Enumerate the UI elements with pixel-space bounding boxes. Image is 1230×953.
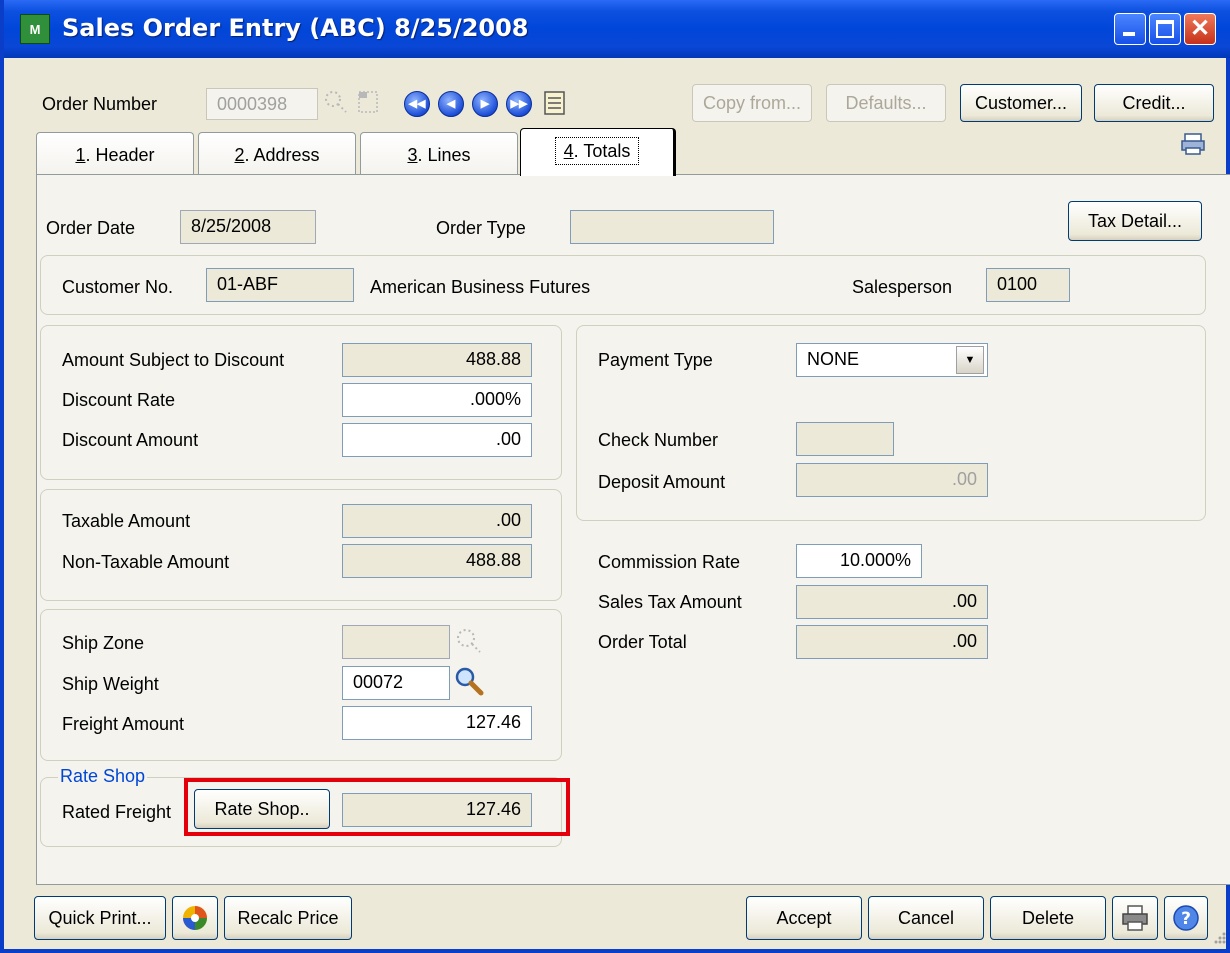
help-icon: ? <box>1173 905 1199 931</box>
tab-header-key: 1 <box>75 145 86 165</box>
commission-rate-label: Commission Rate <box>598 552 741 572</box>
customer-no-label: Customer No. <box>62 277 174 297</box>
printer-icon <box>1122 905 1148 931</box>
maximize-icon <box>1156 20 1174 38</box>
deposit-amount-field[interactable]: .00 <box>796 463 988 497</box>
maximize-button[interactable] <box>1149 13 1181 45</box>
deposit-amount-label: Deposit Amount <box>598 472 726 492</box>
tab-address[interactable]: 2. Address <box>198 132 356 174</box>
window-title: Sales Order Entry (ABC) 8/25/2008 <box>62 14 529 42</box>
first-record-button[interactable]: ◀◀ <box>404 91 430 117</box>
order-total-label: Order Total <box>598 632 687 652</box>
delete-button[interactable]: Delete <box>990 896 1106 940</box>
tax-detail-button[interactable]: Tax Detail... <box>1068 201 1202 241</box>
sales-tax-amount-field[interactable]: .00 <box>796 585 988 619</box>
discount-amount-label: Discount Amount <box>62 430 199 450</box>
commission-rate-field[interactable]: 10.000% <box>796 544 922 578</box>
last-record-button[interactable]: ▶▶ <box>506 91 532 117</box>
tab-header-label: . Header <box>85 145 155 165</box>
order-type-label: Order Type <box>436 218 526 238</box>
payment-type-label: Payment Type <box>598 350 713 370</box>
discount-rate-label: Discount Rate <box>62 390 176 410</box>
previous-icon: ◀ <box>446 98 456 110</box>
tab-lines-key: 3 <box>407 145 418 165</box>
magnifier-icon[interactable] <box>454 666 486 698</box>
freight-amount-field[interactable]: 127.46 <box>342 706 532 740</box>
check-number-field[interactable] <box>796 422 894 456</box>
quick-print-button[interactable]: Quick Print... <box>34 896 166 940</box>
non-taxable-amount-field[interactable]: 488.88 <box>342 544 532 578</box>
color-wheel-button[interactable] <box>172 896 218 940</box>
freight-amount-label: Freight Amount <box>62 714 185 734</box>
tab-totals-key: 4 <box>563 141 574 161</box>
close-button[interactable]: ✕ <box>1184 13 1216 45</box>
ship-weight-field[interactable]: 00072 <box>342 666 450 700</box>
customer-button[interactable]: Customer... <box>960 84 1082 122</box>
amount-subject-field[interactable]: 488.88 <box>342 343 532 377</box>
customer-no-field[interactable]: 01-ABF <box>206 268 354 302</box>
customer-name: American Business Futures <box>370 277 591 297</box>
order-number-field[interactable]: 0000398 <box>206 88 318 120</box>
notepad-icon[interactable] <box>542 89 568 117</box>
tab-lines-label: . Lines <box>417 145 471 165</box>
recalc-price-button[interactable]: Recalc Price <box>224 896 352 940</box>
order-total-field[interactable]: .00 <box>796 625 988 659</box>
tab-totals-focus: 4. Totals <box>554 137 640 165</box>
amount-subject-label: Amount Subject to Discount <box>62 350 285 370</box>
rate-shop-group-label: Rate Shop <box>58 766 148 787</box>
cancel-button[interactable]: Cancel <box>868 896 984 940</box>
printer-settings-icon[interactable] <box>1180 130 1208 158</box>
tab-lines[interactable]: 3. Lines <box>360 132 518 174</box>
rated-freight-label: Rated Freight <box>62 802 172 822</box>
taxable-amount-field[interactable]: .00 <box>342 504 532 538</box>
ship-zone-field[interactable] <box>342 625 450 659</box>
next-record-button[interactable]: ▶ <box>472 91 498 117</box>
discount-rate-field[interactable]: .000% <box>342 383 532 417</box>
accept-button[interactable]: Accept <box>746 896 862 940</box>
ship-zone-lookup-icon[interactable] <box>454 626 484 656</box>
last-icon: ▶▶ <box>510 98 528 110</box>
svg-text:?: ? <box>1181 909 1191 929</box>
next-icon: ▶ <box>480 98 490 110</box>
salesperson-field[interactable]: 0100 <box>986 268 1070 302</box>
order-type-field[interactable] <box>570 210 774 244</box>
previous-record-button[interactable]: ◀ <box>438 91 464 117</box>
sales-order-entry-window: M Sales Order Entry (ABC) 8/25/2008 ✕ Or… <box>0 0 1230 953</box>
order-number-label: Order Number <box>42 94 158 114</box>
sales-tax-amount-label: Sales Tax Amount <box>598 592 742 612</box>
credit-button[interactable]: Credit... <box>1094 84 1214 122</box>
non-taxable-amount-label: Non-Taxable Amount <box>62 552 230 572</box>
order-date-label: Order Date <box>46 218 136 238</box>
defaults-button[interactable]: Defaults... <box>826 84 946 122</box>
tab-address-label: . Address <box>244 145 320 165</box>
title-bar[interactable]: M Sales Order Entry (ABC) 8/25/2008 ✕ <box>4 0 1230 58</box>
new-document-icon[interactable] <box>356 88 384 116</box>
taxable-amount-label: Taxable Amount <box>62 511 191 531</box>
print-button[interactable] <box>1112 896 1158 940</box>
chevron-down-icon[interactable]: ▼ <box>956 346 984 374</box>
copy-from-button[interactable]: Copy from... <box>692 84 812 122</box>
lookup-dotted-icon[interactable] <box>322 88 350 116</box>
highlight-box <box>184 778 570 836</box>
first-icon: ◀◀ <box>408 98 426 110</box>
minimize-button[interactable] <box>1114 13 1146 45</box>
discount-amount-field[interactable]: .00 <box>342 423 532 457</box>
app-icon: M <box>20 14 50 44</box>
order-date-field[interactable]: 8/25/2008 <box>180 210 316 244</box>
tab-totals[interactable]: 4. Totals <box>520 128 676 176</box>
resize-grip-icon[interactable] <box>1212 930 1228 946</box>
tab-address-key: 2 <box>234 145 245 165</box>
color-wheel-icon <box>183 906 207 930</box>
check-number-label: Check Number <box>598 430 719 450</box>
ship-zone-label: Ship Zone <box>62 633 145 653</box>
ship-weight-label: Ship Weight <box>62 674 159 694</box>
salesperson-label: Salesperson <box>852 277 953 297</box>
help-button[interactable]: ? <box>1164 896 1208 940</box>
close-icon: ✕ <box>1189 15 1211 42</box>
minimize-icon <box>1123 32 1135 36</box>
tab-header[interactable]: 1. Header <box>36 132 194 174</box>
tab-totals-label: . Totals <box>573 141 631 161</box>
